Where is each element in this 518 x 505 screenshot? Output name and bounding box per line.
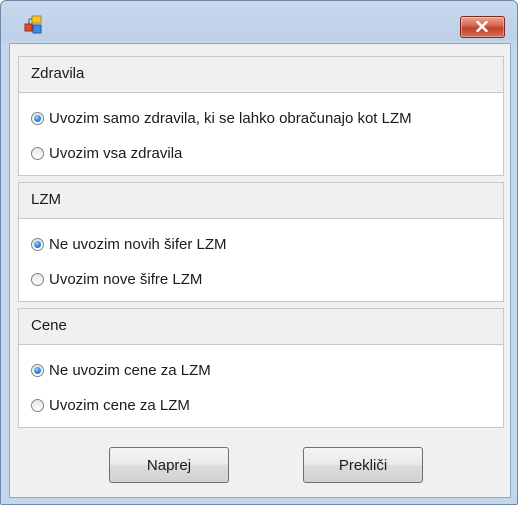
radio-label: Uvozim samo zdravila, ki se lahko obraču… (49, 109, 412, 127)
group-header-zdravila: Zdravila (18, 56, 504, 94)
radio-label: Uvozim nove šifre LZM (49, 270, 203, 288)
radio-button[interactable] (31, 272, 44, 286)
radio-button[interactable] (31, 146, 44, 160)
radio-option-lzm-new-codes[interactable]: Uvozim nove šifre LZM (31, 268, 202, 290)
group-title-cene: Cene (31, 317, 67, 334)
radio-button-checked[interactable] (31, 111, 44, 125)
radio-button[interactable] (31, 398, 44, 412)
dialog-window: Zdravila Uvozim samo zdravila, ki se lah… (0, 0, 518, 505)
group-body-lzm: Ne uvozim novih šifer LZM Uvozim nove ši… (18, 218, 504, 302)
radio-option-cene-no-prices[interactable]: Ne uvozim cene za LZM (31, 359, 211, 381)
radio-label: Uvozim cene za LZM (49, 396, 190, 414)
radio-option-zdravila-lzm-only[interactable]: Uvozim samo zdravila, ki se lahko obraču… (31, 107, 412, 129)
close-x-icon (476, 21, 488, 32)
app-blocks-icon (23, 15, 43, 35)
radio-label: Ne uvozim novih šifer LZM (49, 235, 227, 253)
dialog-content: Zdravila Uvozim samo zdravila, ki se lah… (9, 43, 511, 498)
radio-label: Uvozim vsa zdravila (49, 144, 183, 162)
group-body-cene: Ne uvozim cene za LZM Uvozim cene za LZM (18, 344, 504, 428)
radio-option-cene-prices[interactable]: Uvozim cene za LZM (31, 394, 190, 416)
radio-option-lzm-no-new-codes[interactable]: Ne uvozim novih šifer LZM (31, 233, 227, 255)
close-button[interactable] (460, 16, 505, 38)
radio-button-checked[interactable] (31, 363, 44, 377)
radio-label: Ne uvozim cene za LZM (49, 361, 211, 379)
group-header-lzm: LZM (18, 182, 504, 220)
radio-option-zdravila-all[interactable]: Uvozim vsa zdravila (31, 142, 182, 164)
title-bar[interactable] (1, 1, 517, 43)
group-title-zdravila: Zdravila (31, 65, 85, 82)
next-button[interactable]: Naprej (109, 447, 229, 483)
group-body-zdravila: Uvozim samo zdravila, ki se lahko obraču… (18, 92, 504, 176)
group-title-lzm: LZM (31, 191, 61, 208)
cancel-button[interactable]: Prekliči (303, 447, 423, 483)
group-header-cene: Cene (18, 308, 504, 346)
radio-button-checked[interactable] (31, 237, 44, 251)
